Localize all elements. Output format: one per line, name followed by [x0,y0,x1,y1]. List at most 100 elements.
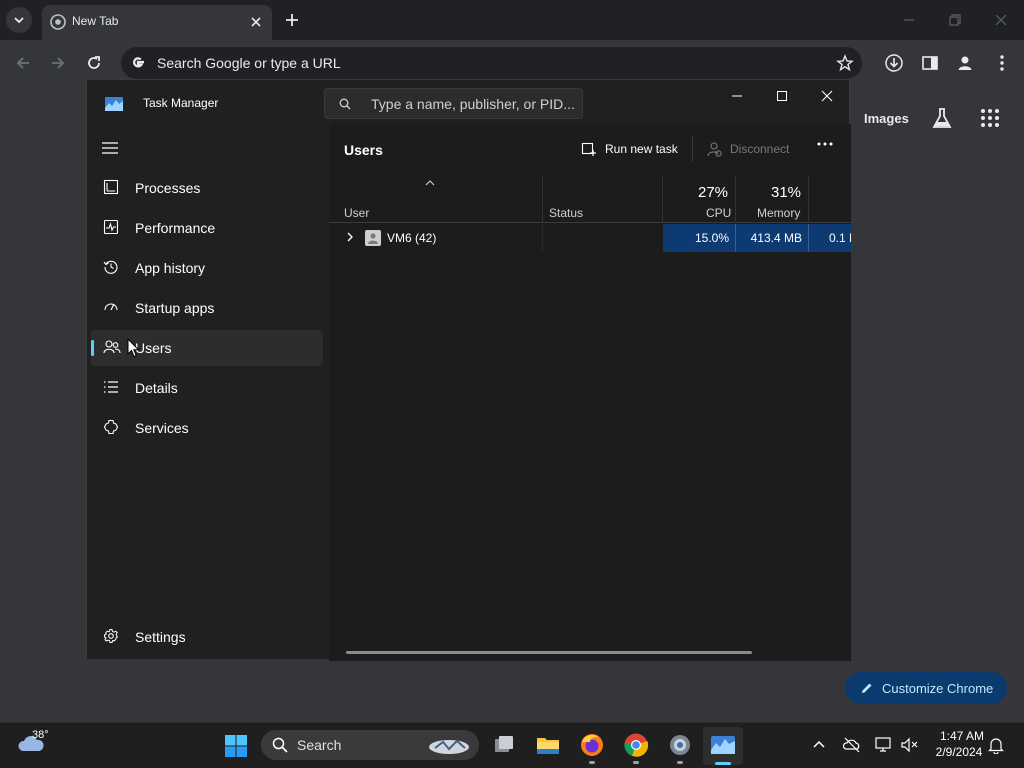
windows-start-icon[interactable] [224,734,248,758]
chrome-tab-strip: New Tab [0,0,1024,40]
restore-icon[interactable] [945,10,965,30]
customize-chrome-button[interactable]: Customize Chrome [845,672,1007,704]
selection-indicator [91,340,94,356]
tab-search-button[interactable] [6,7,32,33]
column-status[interactable]: Status [549,206,583,220]
nav-item-details[interactable]: Details [91,370,323,406]
column-separator [542,176,543,223]
search-icon [339,98,351,110]
active-indicator [715,762,731,765]
clock-date[interactable]: 2/9/2024 [928,745,990,759]
column-memory[interactable]: Memory [757,206,800,220]
search-icon [272,737,288,753]
memory-value: 413.4 MB [750,231,802,245]
menu-kebab-icon[interactable] [992,53,1012,73]
close-window-icon[interactable] [991,10,1011,30]
google-g-icon [133,57,144,68]
task-manager-window: Task Manager Type a name, publisher, or … [86,79,851,661]
search-placeholder: Type a name, publisher, or PID... [371,96,575,112]
disconnect-button[interactable]: Disconnect [706,138,789,160]
run-task-icon [581,142,596,156]
services-icon [103,419,119,435]
nav-label: Details [135,380,178,396]
nav-item-settings[interactable]: Settings [91,621,323,653]
file-explorer-icon[interactable] [535,732,561,758]
new-tab-icon[interactable] [282,10,302,30]
clock-time[interactable]: 1:47 AM [934,729,990,743]
tab-title: New Tab [72,14,119,28]
horizontal-scrollbar[interactable] [346,651,752,654]
chrome-icon[interactable] [623,732,649,758]
chevron-down-icon [14,17,24,24]
search-highlight-icon [429,739,469,754]
details-icon [104,381,118,393]
command-divider [692,136,693,162]
run-new-task-label: Run new task [605,142,678,156]
nav-item-performance[interactable]: Performance [91,210,323,246]
column-separator [662,176,663,223]
firefox-icon[interactable] [579,732,605,758]
search-input[interactable]: Type a name, publisher, or PID... [324,88,583,119]
settings-icon[interactable] [667,732,693,758]
more-options-icon[interactable] [817,142,833,146]
nav-item-users[interactable]: Users [91,330,323,366]
network-icon[interactable] [874,736,894,754]
task-manager-app-icon [105,97,123,111]
nav-item-services[interactable]: Services [91,410,323,446]
cpu-value: 15.0% [694,231,729,245]
memory-cell: 413.4 MB [736,224,808,252]
gear-icon [104,629,119,643]
close-tab-icon[interactable] [248,14,264,30]
nav-item-processes[interactable]: Processes [91,170,323,206]
chevron-up-icon[interactable] [812,739,826,749]
tm-minimize-icon[interactable] [729,88,745,104]
tab-new-tab[interactable]: New Tab [42,5,272,40]
minimize-icon[interactable] [899,10,919,30]
profile-icon[interactable] [955,53,975,73]
onedrive-offline-icon[interactable] [843,736,861,754]
nav-label: Services [135,420,189,436]
hamburger-menu-icon[interactable] [101,140,119,156]
window-title: Task Manager [143,96,219,110]
cpu-cell: 15.0% [663,224,735,252]
running-indicator [633,761,639,764]
tm-maximize-icon[interactable] [774,88,790,104]
page-title: Users [344,142,383,158]
images-link[interactable]: Images [864,111,909,126]
nav-label: Processes [135,180,201,196]
task-manager-icon[interactable] [710,732,736,758]
table-row[interactable]: VM6 (42) 15.0% 413.4 MB 0.1 MB/s [329,224,851,252]
search-labs-icon[interactable] [931,107,953,131]
sort-ascending-icon [425,180,435,186]
back-icon[interactable] [13,53,33,73]
taskbar-search-box[interactable]: Search [261,730,479,760]
nav-label: Performance [135,220,216,236]
startup-icon [104,303,118,311]
bookmark-star-icon[interactable] [836,54,854,72]
side-panel-icon[interactable] [920,53,940,73]
column-cpu[interactable]: CPU [706,206,731,220]
nav-item-app-history[interactable]: App history [91,250,323,286]
task-view-icon[interactable] [491,732,517,758]
omnibox[interactable]: Search Google or type a URL [121,47,862,79]
volume-muted-icon[interactable] [900,736,920,754]
history-icon [103,260,118,274]
nav-label: App history [135,260,206,276]
notification-bell-icon[interactable] [988,736,1004,754]
google-apps-icon[interactable] [980,108,1000,128]
download-icon[interactable] [884,53,904,73]
disconnect-icon [707,142,722,157]
column-user[interactable]: User [344,206,369,220]
reload-icon[interactable] [84,53,104,73]
forward-icon[interactable] [48,53,68,73]
users-icon [103,340,121,354]
user-name: VM6 (42) [387,231,437,245]
tm-close-icon[interactable] [819,88,835,104]
users-page: Users Run new task Disconnect User Statu… [329,124,851,661]
expand-chevron-icon[interactable] [345,231,355,243]
running-indicator [589,761,595,764]
run-new-task-button[interactable]: Run new task [581,138,678,160]
taskbar: 38° Search 1:47 AM 2/9/2024 [0,722,1024,768]
column-separator [808,176,809,223]
nav-item-startup-apps[interactable]: Startup apps [91,290,323,326]
